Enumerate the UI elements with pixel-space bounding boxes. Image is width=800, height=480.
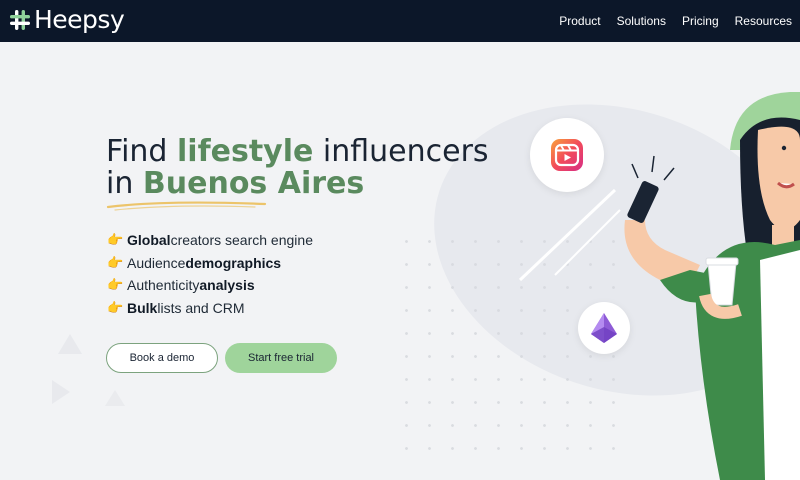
decorative-triangle	[105, 390, 125, 406]
logo-wordmark: Heepsy	[34, 5, 125, 34]
feature-item: 👉 Global creators search engine	[107, 229, 313, 252]
feature-text: lists and CRM	[157, 299, 245, 316]
hashtag-logo-icon	[10, 10, 30, 30]
feature-text: creators search engine	[170, 232, 313, 249]
feature-item: 👉 Bulk lists and CRM	[107, 297, 313, 320]
decorative-triangle	[52, 380, 70, 404]
nav-resources[interactable]: Resources	[735, 14, 792, 28]
pointing-hand-icon: 👉	[107, 254, 124, 270]
pointing-hand-icon: 👉	[107, 299, 124, 315]
feature-bold: demographics	[185, 254, 282, 271]
pointing-hand-icon: 👉	[107, 277, 124, 293]
book-demo-button[interactable]: Book a demo	[106, 343, 218, 373]
headline-text: in	[106, 166, 143, 201]
nav-pricing[interactable]: Pricing	[682, 14, 719, 28]
hero-headline: Find lifestyle influencers in Buenos Air…	[106, 136, 489, 200]
feature-list: 👉 Global creators search engine 👉 Audien…	[107, 229, 313, 319]
headline-accent-location: Buenos Aires	[142, 166, 365, 201]
heepsy-logo[interactable]: Heepsy	[9, 5, 125, 34]
headline-accent-category: lifestyle	[177, 134, 314, 169]
feature-item: 👉 Authenticity analysis	[107, 274, 313, 297]
start-free-trial-button[interactable]: Start free trial	[225, 343, 337, 373]
top-navigation-bar: Heepsy Product Solutions Pricing Resourc…	[0, 0, 800, 42]
feature-bold: analysis	[199, 277, 255, 294]
headline-text: Find	[106, 134, 178, 169]
nav-product[interactable]: Product	[559, 14, 600, 28]
feature-text: Audience	[127, 254, 186, 271]
headline-text: influencers	[313, 134, 489, 169]
pointing-hand-icon: 👉	[107, 232, 124, 248]
decorative-triangle	[58, 334, 82, 354]
feature-bold: Bulk	[127, 299, 158, 316]
feature-text: Authenticity	[127, 277, 200, 294]
woman-with-phone-illustration	[624, 92, 800, 480]
headline-underline-stroke	[106, 201, 267, 211]
reels-badge	[530, 118, 604, 192]
main-nav: Product Solutions Pricing Resources	[543, 0, 792, 42]
nav-solutions[interactable]: Solutions	[617, 14, 666, 28]
feature-item: 👉 Audience demographics	[107, 252, 313, 275]
instagram-reels-icon	[551, 139, 583, 171]
feature-bold: Global	[127, 232, 171, 249]
